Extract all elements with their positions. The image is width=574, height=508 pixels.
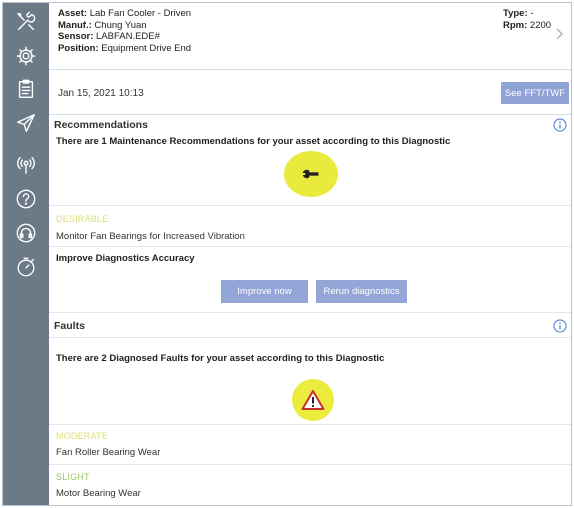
faults-title: Faults — [54, 320, 85, 332]
asset-info: Asset: Lab Fan Cooler - Driven Manuf.: C… — [58, 8, 191, 54]
warning-icon — [292, 379, 334, 421]
info-icon[interactable] — [553, 118, 567, 132]
fault-item: Motor Bearing Wear — [56, 488, 141, 499]
timer-icon[interactable] — [14, 255, 38, 279]
diagnostic-date: Jan 15, 2021 10:13 — [58, 88, 144, 99]
rpm-value: 2200 — [529, 19, 552, 31]
fault-level: SLIGHT — [56, 472, 90, 482]
see-fft-button[interactable]: See FFT/TWF — [501, 82, 569, 104]
position-label: Position: — [58, 42, 99, 54]
diagnostic-date-row: Jan 15, 2021 10:13 See FFT/TWF — [49, 71, 571, 115]
wrench-icon — [284, 151, 338, 197]
improve-now-button[interactable]: Improve now — [221, 280, 308, 303]
accuracy-title: Improve Diagnostics Accuracy — [56, 253, 195, 264]
fault-item: Fan Roller Bearing Wear — [56, 447, 161, 458]
headset-icon[interactable] — [14, 221, 38, 245]
tools-icon[interactable] — [14, 10, 38, 34]
help-icon[interactable] — [14, 187, 38, 211]
recommendation-level: DESIRABLE — [56, 214, 109, 224]
sidebar — [3, 3, 49, 505]
divider — [49, 424, 571, 425]
asset-label: Asset: — [58, 8, 88, 19]
app-frame: Asset: Lab Fan Cooler - Driven Manuf.: C… — [2, 2, 572, 506]
sensor-label: Sensor: — [58, 31, 94, 42]
divider — [49, 246, 571, 247]
position-value: Equipment Drive End — [101, 42, 192, 54]
faults-summary: There are 2 Diagnosed Faults for your as… — [56, 353, 385, 364]
manuf-label: Manuf.: — [58, 19, 92, 31]
divider — [49, 312, 571, 313]
divider — [49, 464, 571, 465]
sensor-value: LABFAN.EDE# — [96, 31, 160, 42]
recommendations-title: Recommendations — [54, 119, 148, 131]
recommendations-summary: There are 1 Maintenance Recommendations … — [56, 136, 451, 147]
asset-header[interactable]: Asset: Lab Fan Cooler - Driven Manuf.: C… — [49, 3, 571, 70]
divider — [49, 205, 571, 206]
send-icon[interactable] — [14, 111, 38, 135]
rpm-label: Rpm: — [503, 19, 528, 31]
fault-level: MODERATE — [56, 431, 108, 441]
rerun-diagnostics-button[interactable]: Rerun diagnostics — [316, 280, 407, 303]
chevron-right-icon[interactable] — [553, 27, 565, 41]
recommendation-item: Monitor Fan Bearings for Increased Vibra… — [56, 231, 245, 242]
manuf-value: Chung Yuan — [94, 19, 147, 31]
divider — [49, 337, 571, 338]
clipboard-icon[interactable] — [14, 77, 38, 101]
asset-value: Lab Fan Cooler - Driven — [89, 8, 192, 19]
signal-icon[interactable] — [14, 153, 38, 177]
info-icon[interactable] — [553, 319, 567, 333]
type-label: Type: — [503, 8, 528, 19]
gear-icon[interactable] — [14, 44, 38, 68]
type-value: - — [530, 8, 534, 19]
main-content: Asset: Lab Fan Cooler - Driven Manuf.: C… — [49, 3, 571, 505]
asset-specs: Type: - Rpm: 2200 — [503, 8, 551, 31]
